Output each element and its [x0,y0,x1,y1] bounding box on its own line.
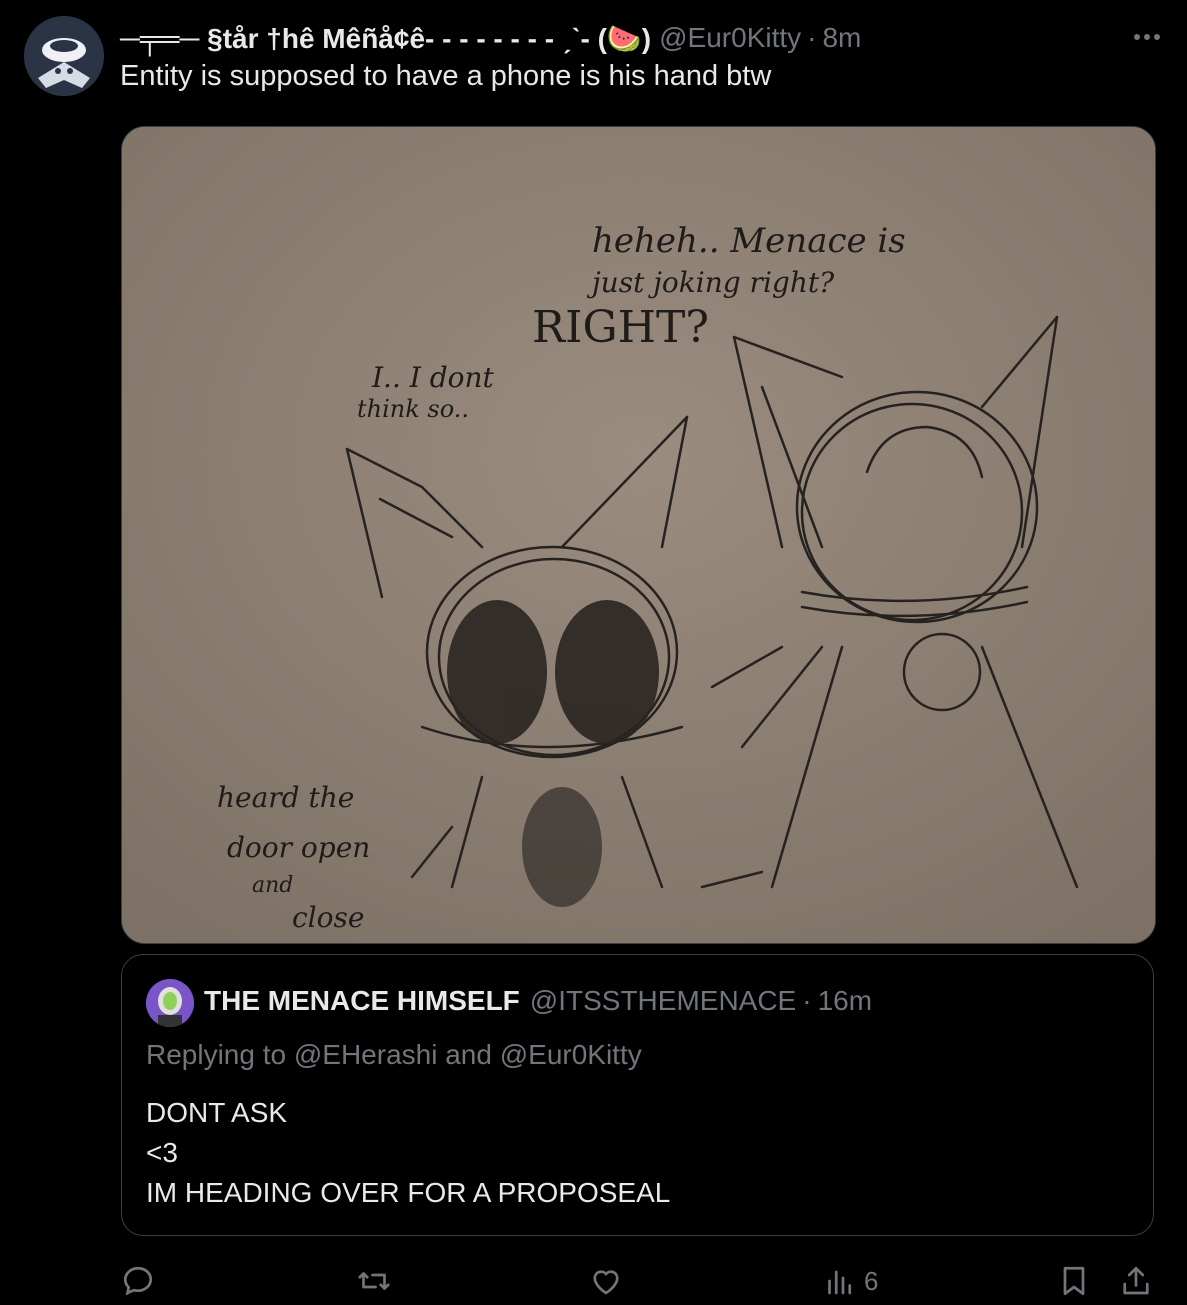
retweet-button[interactable] [356,1258,392,1304]
views-button[interactable]: 6 [822,1258,878,1304]
drawing-note-4: close [292,901,364,934]
drawing-speech-left-2: think so.. [357,395,469,423]
separator-dot: · [802,985,812,1016]
quoted-timestamp[interactable]: 16m [818,985,872,1017]
share-button[interactable] [1118,1258,1154,1304]
like-button[interactable] [588,1258,624,1304]
quoted-handle[interactable]: @ITSSTHEMENACE [530,985,796,1017]
quoted-header: THE MENACE HIMSELF @ITSSTHEMENACE · 16m [204,985,872,1017]
drawing-speech-right-1: heheh.. Menace is [592,221,906,261]
bookmark-icon [1063,1266,1085,1296]
views-icon [828,1270,852,1295]
quoted-display-name[interactable]: THE MENACE HIMSELF [204,985,520,1017]
author-handle[interactable]: @Eur0Kitty [659,22,801,54]
tweet-text: Entity is supposed to have a phone is hi… [120,60,772,92]
quoted-tweet[interactable]: THE MENACE HIMSELF @ITSSTHEMENACE · 16m … [121,954,1154,1236]
quoted-text-line: IM HEADING OVER FOR A PROPOSEAL [146,1177,671,1208]
drawing-speech-shout: RIGHT? [532,302,709,353]
views-count: 6 [864,1265,879,1296]
drawing-speech-left-1: I.. I dont [371,361,495,394]
quoted-text-line: DONT ASK [146,1097,288,1128]
quoted-text-line: <3 [146,1137,178,1168]
drawing-note-3: and [252,873,293,898]
reply-button[interactable] [120,1258,156,1304]
author-display-name[interactable]: ─╤═─ §tår †hê Mêñå¢ê- - - - - - - - ˏˋ- … [120,22,651,55]
retweet-icon [358,1272,390,1290]
tweet-header: ─╤═─ §tår †hê Mêñå¢ê- - - - - - - - ˏˋ- … [120,18,1127,58]
author-avatar[interactable] [24,16,104,96]
reply-icon [123,1266,153,1296]
action-bar: 6 [120,1258,1160,1304]
quoted-author-avatar[interactable] [146,979,194,1027]
heart-icon [593,1270,619,1295]
bookmark-button[interactable] [1056,1258,1092,1304]
drawing-speech-right-2: just joking right? [586,266,835,299]
separator-dot: · [807,22,817,53]
quoted-text: DONT ASK <3 IM HEADING OVER FOR A PROPOS… [146,1093,670,1213]
tweet-timestamp[interactable]: 8m [822,22,861,54]
drawing-note-1: heard the [217,781,354,814]
more-icon[interactable] [1129,22,1165,52]
drawing-note-2: door open [227,831,370,864]
share-icon [1123,1266,1149,1295]
quoted-replying-to: Replying to @EHerashi and @Eur0Kitty [146,1039,642,1070]
tweet-image[interactable]: heheh.. Menace is just joking right? RIG… [121,126,1156,944]
